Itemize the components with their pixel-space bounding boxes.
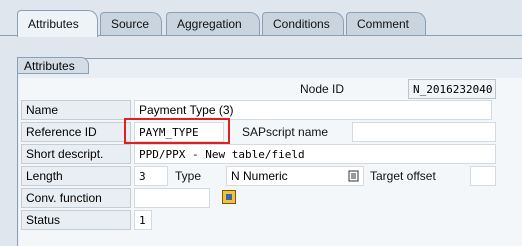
sapscript-name-field[interactable] bbox=[352, 122, 496, 142]
type-label: Type bbox=[175, 169, 202, 183]
tab-source[interactable]: Source bbox=[100, 12, 162, 36]
length-field[interactable]: 3 bbox=[134, 166, 168, 186]
node-id-label: Node ID bbox=[300, 82, 345, 96]
reference-id-label: Reference ID bbox=[21, 122, 131, 142]
node-id-field: N_2016232040 bbox=[408, 79, 496, 99]
short-descript-field[interactable]: PPD/PPX - New table/field bbox=[134, 144, 496, 164]
tab-conditions[interactable]: Conditions bbox=[262, 12, 344, 36]
name-field[interactable]: Payment Type (3) bbox=[134, 100, 492, 120]
tab-strip: Attributes Source Aggregation Conditions… bbox=[0, 0, 522, 37]
target-offset-label: Target offset bbox=[370, 169, 436, 183]
reference-id-highlight bbox=[124, 118, 230, 144]
short-descript-label: Short descript. bbox=[21, 144, 131, 164]
dropdown-help-icon[interactable] bbox=[348, 170, 360, 182]
group-title: Attributes bbox=[17, 57, 89, 74]
length-label: Length bbox=[21, 166, 131, 186]
conv-function-field[interactable] bbox=[134, 188, 210, 208]
conv-function-label: Conv. function bbox=[21, 188, 131, 208]
name-label: Name bbox=[21, 100, 131, 120]
tab-attributes[interactable]: Attributes bbox=[17, 10, 98, 37]
status-field[interactable]: 1 bbox=[134, 210, 152, 230]
type-field[interactable]: N Numeric bbox=[226, 166, 364, 186]
tab-comment[interactable]: Comment bbox=[346, 12, 426, 36]
target-offset-field[interactable] bbox=[470, 166, 496, 186]
sapscript-name-label: SAPscript name bbox=[242, 125, 329, 139]
tab-aggregation[interactable]: Aggregation bbox=[166, 12, 260, 36]
status-label: Status bbox=[21, 210, 131, 230]
conv-function-button[interactable] bbox=[222, 190, 236, 204]
